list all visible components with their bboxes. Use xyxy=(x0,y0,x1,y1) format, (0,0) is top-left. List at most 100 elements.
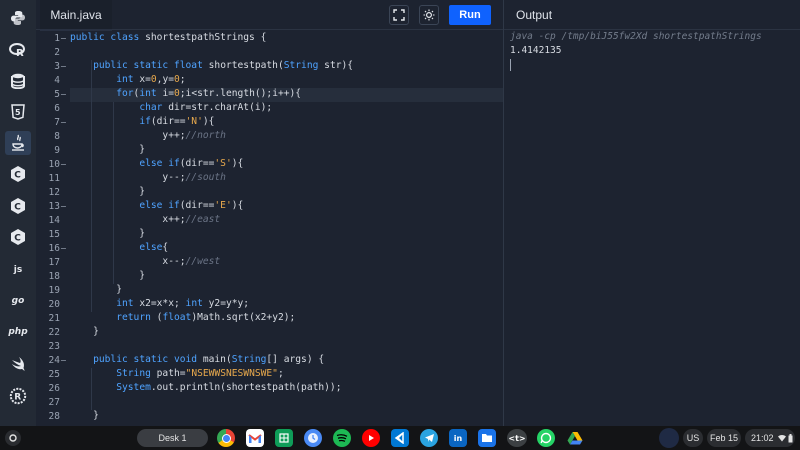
code-area[interactable]: public class shortestpathStrings { publi… xyxy=(70,30,503,426)
html5-icon[interactable]: 5 xyxy=(5,100,31,124)
output-title: Output xyxy=(516,8,553,22)
code-token: //west xyxy=(185,256,221,267)
database-icon[interactable] xyxy=(5,69,31,93)
line-number: 7 xyxy=(54,117,60,128)
output-panel: Output java -cp /tmp/biJ55fw2Xd shortest… xyxy=(504,0,800,426)
code-tag-icon[interactable]: <t> xyxy=(507,429,527,447)
fold-toggle-icon[interactable]: − xyxy=(60,32,67,46)
line-number: 11 xyxy=(48,173,60,184)
desk-switcher[interactable]: Desk 1 xyxy=(137,429,208,447)
avatar[interactable] xyxy=(659,428,679,448)
code-line: } xyxy=(70,270,145,284)
javascript-icon[interactable]: js xyxy=(5,258,31,282)
svg-text:C: C xyxy=(14,234,21,244)
launcher-icon xyxy=(9,434,17,442)
code-token: main( xyxy=(202,354,232,365)
sheets-icon[interactable] xyxy=(275,429,293,447)
linkedin-icon[interactable]: in xyxy=(449,429,467,447)
swift-icon[interactable] xyxy=(5,352,31,376)
code-line: public static float shortestpath(String … xyxy=(70,60,353,74)
php-icon[interactable]: php xyxy=(5,320,31,344)
vscode-icon[interactable] xyxy=(391,429,409,447)
files-icon[interactable] xyxy=(478,429,496,447)
code-token: x++; xyxy=(70,214,186,225)
theme-toggle-button[interactable] xyxy=(419,5,439,25)
code-token: String xyxy=(283,60,325,71)
code-line: else if(dir=='S'){ xyxy=(70,158,243,172)
line-number: 18 xyxy=(48,271,60,282)
code-token: System xyxy=(116,382,151,393)
code-token: (dir== xyxy=(179,200,215,211)
code-token: //east xyxy=(185,214,221,225)
line-number: 17 xyxy=(48,257,60,268)
code-line: else if(dir=='E'){ xyxy=(70,200,243,214)
code-token: dir=str.charAt(i); xyxy=(168,102,273,113)
fold-toggle-icon[interactable]: − xyxy=(60,242,67,256)
code-token: (dir== xyxy=(179,158,215,169)
input-method-indicator[interactable]: US xyxy=(683,429,703,447)
sun-icon xyxy=(423,9,435,21)
line-number: 22 xyxy=(48,327,60,338)
code-token: y--; xyxy=(70,172,186,183)
code-line: if(dir=='N'){ xyxy=(70,116,214,130)
launcher-button[interactable] xyxy=(5,430,21,446)
fold-toggle-icon[interactable]: − xyxy=(60,88,67,102)
code-token: { xyxy=(162,242,169,253)
fullscreen-icon xyxy=(393,9,405,21)
code-token: shortestpath( xyxy=(208,60,284,71)
go-icon[interactable]: go xyxy=(5,289,31,313)
youtube-icon[interactable] xyxy=(362,429,380,447)
code-token: ){ xyxy=(231,158,244,169)
clock-icon[interactable] xyxy=(304,429,322,447)
line-number: 15 xyxy=(48,229,60,240)
c-icon[interactable]: C xyxy=(5,162,31,186)
telegram-icon[interactable] xyxy=(420,429,438,447)
fullscreen-button[interactable] xyxy=(389,5,409,25)
code-line: } xyxy=(70,228,145,242)
run-button[interactable]: Run xyxy=(449,5,491,25)
cpp-icon[interactable]: C xyxy=(5,194,31,218)
csharp-icon[interactable]: C xyxy=(5,225,31,249)
drive-icon[interactable] xyxy=(566,429,584,447)
fold-toggle-icon[interactable]: − xyxy=(60,200,67,214)
code-token: 'E' xyxy=(214,200,232,211)
fold-toggle-icon[interactable]: − xyxy=(60,60,67,74)
svg-text:C: C xyxy=(14,203,21,213)
calendar-date[interactable]: Feb 15 xyxy=(707,429,741,447)
gmail-icon[interactable] xyxy=(246,429,264,447)
code-token: else xyxy=(139,242,163,253)
whatsapp-icon[interactable] xyxy=(537,429,555,447)
line-number: 16 xyxy=(48,243,60,254)
fold-toggle-icon[interactable]: − xyxy=(60,354,67,368)
spotify-icon[interactable] xyxy=(333,429,351,447)
code-token: )Math.sqrt(x2+y2); xyxy=(191,312,296,323)
python-icon[interactable] xyxy=(5,6,31,30)
code-token: for xyxy=(116,88,134,99)
java-icon[interactable] xyxy=(5,131,31,155)
r-icon[interactable]: R xyxy=(5,38,31,62)
fold-toggle-icon[interactable]: − xyxy=(60,158,67,172)
line-number: 3 xyxy=(54,61,60,72)
code-token: ;i<str.length();i++){ xyxy=(179,88,302,99)
rust-icon[interactable]: R xyxy=(5,384,31,408)
chrome-icon[interactable] xyxy=(217,429,235,447)
code-token: public class xyxy=(70,32,146,43)
output-cursor xyxy=(510,59,511,71)
tab-main-java[interactable]: Main.java xyxy=(40,0,112,31)
code-line: String path="NSEWWSNESWNSWE"; xyxy=(70,368,284,382)
code-token: if xyxy=(139,116,151,127)
code-token: } xyxy=(70,186,146,197)
fold-toggle-icon[interactable]: − xyxy=(60,116,67,130)
status-tray[interactable]: 21:02 xyxy=(745,429,795,447)
code-token: int xyxy=(139,88,163,99)
code-line: System.out.println(shortestpath(path)); xyxy=(70,382,341,396)
code-token: i= xyxy=(162,88,174,99)
code-line: for(int i=0;i<str.length();i++){ xyxy=(70,88,301,102)
